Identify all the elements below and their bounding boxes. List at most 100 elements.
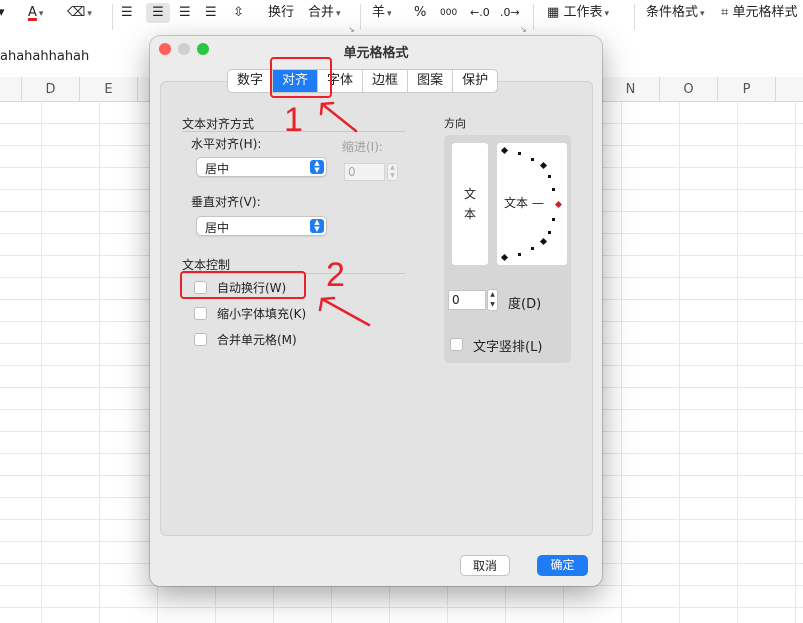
dial-marker <box>539 161 548 170</box>
toolbar-divider <box>112 4 113 30</box>
cell-style-button[interactable]: ⌗ 单元格样式 <box>721 3 797 23</box>
shrink-to-fit-label[interactable]: 缩小字体填充(K) <box>217 305 306 322</box>
vertical-stack-label[interactable]: 文字竖排(L) <box>473 336 542 355</box>
dial-marker <box>500 253 509 262</box>
chevron-down-icon: ▾ <box>87 9 92 19</box>
alignment-panel: 文本对齐方式 水平对齐(H): 居中 ▲ ▼ 缩进(I): 0 ▲ ▼ 垂直对齐(V… <box>160 81 593 536</box>
orientation-dial[interactable]: 文本 — <box>497 143 567 265</box>
vertical-align-value: 居中 <box>205 221 230 235</box>
select-arrows-icon: ▲ ▼ <box>310 219 324 233</box>
merge-button[interactable]: 合并 ▾ <box>308 3 341 23</box>
horizontal-align-select[interactable]: 居中 ▲ ▼ <box>196 157 327 177</box>
format-cells-dialog: 单元格格式 文本对齐方式 水平对齐(H): 居中 ▲ ▼ 缩进(I): 0 ▲ ▼ … <box>150 36 602 586</box>
merge-label: 合并 <box>308 5 335 20</box>
dial-text-preview: 文本 — <box>504 196 544 210</box>
degrees-label: 度(D) <box>508 297 542 312</box>
dial-tick <box>552 188 555 191</box>
chevron-down-icon: ▾ <box>700 9 705 19</box>
font-style-dropdown[interactable]: ▾ <box>0 3 5 23</box>
cell-style-label: 单元格样式 <box>732 5 798 20</box>
font-color-icon: A <box>28 5 37 20</box>
align-center-button[interactable]: ☰ <box>146 3 170 23</box>
ok-button[interactable]: 确定 <box>537 555 588 576</box>
text-alignment-title: 文本对齐方式 <box>182 117 255 131</box>
align-right-icon: ☰ <box>179 5 191 20</box>
vertical-align-label: 垂直对齐(V): <box>191 195 261 209</box>
tab-number[interactable]: 数字 <box>228 70 274 92</box>
dial-marker <box>500 146 509 155</box>
dial-tick <box>552 218 555 221</box>
distributed-align-button[interactable]: ⇳ <box>233 3 244 23</box>
align-center-icon: ☰ <box>152 5 164 20</box>
shrink-to-fit-checkbox[interactable] <box>194 307 207 320</box>
annotation-highlight-1 <box>270 57 332 98</box>
degrees-stepper[interactable]: ▲ ▼ <box>487 289 498 311</box>
tab-protection[interactable]: 保护 <box>453 70 497 92</box>
vertical-stack-checkbox[interactable] <box>450 338 463 351</box>
column-header-n[interactable]: N <box>602 77 660 102</box>
currency-button[interactable]: 羊 ▾ <box>372 3 392 23</box>
percent-button[interactable]: % <box>414 3 426 23</box>
font-color-button[interactable]: A ▾ <box>28 3 43 23</box>
table-icon: ▦ <box>547 5 560 20</box>
degrees-input[interactable]: 0 <box>448 290 486 310</box>
column-header-c[interactable] <box>0 77 22 102</box>
dial-pointer[interactable] <box>554 200 563 209</box>
dialog-title: 单元格格式 <box>343 46 409 61</box>
ribbon-toolbar: ▾ A ▾ ⌫ ▾ ☰ ☰ ☰ ☰ ⇳ 换行 合并 ▾ ↘ 羊 ▾ % 000 ←.0 … <box>0 0 803 37</box>
formula-bar-value: ahahahhahah <box>0 49 90 64</box>
vertical-text-char: 文 <box>463 187 476 201</box>
conditional-format-label: 条件格式 <box>646 5 699 20</box>
horizontal-align-label: 水平对齐(H): <box>191 137 262 151</box>
dial-tick <box>531 158 534 161</box>
dial-tick <box>518 152 521 155</box>
column-header-q[interactable] <box>776 77 803 102</box>
toolbar-divider <box>360 4 361 30</box>
align-left-icon: ☰ <box>121 5 133 20</box>
justify-button[interactable]: ☰ <box>205 3 217 23</box>
tab-border[interactable]: 边框 <box>363 70 409 92</box>
thousands-separator-button[interactable]: 000 <box>440 3 457 23</box>
worksheet-label: 工作表 <box>563 5 603 20</box>
cancel-button[interactable]: 取消 <box>460 555 510 576</box>
wrap-text-button[interactable]: 换行 <box>268 3 294 23</box>
chevron-down-icon: ▾ <box>38 9 44 19</box>
vertical-align-select[interactable]: 居中 ▲ ▼ <box>196 216 327 236</box>
column-header-d[interactable]: D <box>22 77 80 102</box>
eraser-icon: ⌫ <box>67 5 86 20</box>
orientation-title: 方向 <box>444 117 466 130</box>
horizontal-align-value: 居中 <box>205 162 230 176</box>
merge-cells-label[interactable]: 合并单元格(M) <box>217 331 297 348</box>
dial-tick <box>518 253 521 256</box>
column-header-o[interactable]: O <box>660 77 718 102</box>
chevron-down-icon: ▾ <box>604 9 609 19</box>
justify-icon: ☰ <box>205 5 217 20</box>
increase-decimal-icon[interactable]: ←.0 <box>470 3 490 23</box>
column-header-p[interactable]: P <box>718 77 776 102</box>
currency-icon: 羊 <box>372 5 386 20</box>
tab-pattern[interactable]: 图案 <box>408 70 454 92</box>
decrease-decimal-icon[interactable]: .0→ <box>500 3 520 23</box>
dial-tick <box>548 231 551 234</box>
indent-input[interactable]: 0 <box>344 163 385 181</box>
vertical-text-toggle[interactable]: 文 本 <box>452 143 488 265</box>
dialog-tab-bar: 数字 对齐 字体 边框 图案 保护 <box>227 69 499 93</box>
toolbar-divider <box>533 4 534 30</box>
conditional-format-button[interactable]: 条件格式 ▾ <box>646 3 705 23</box>
vertical-text-char: 本 <box>463 207 476 221</box>
number-dialog-launcher-icon[interactable]: ↘ <box>520 25 527 34</box>
align-left-button[interactable]: ☰ <box>121 3 133 23</box>
clear-format-button[interactable]: ⌫ ▾ <box>67 3 92 23</box>
select-arrows-icon: ▲ ▼ <box>310 160 324 174</box>
dialog-titlebar[interactable]: 单元格格式 <box>150 36 602 64</box>
alignment-dialog-launcher-icon[interactable]: ↘ <box>348 25 355 34</box>
orientation-box: 文 本 文本 — <box>444 135 571 363</box>
toolbar-divider <box>634 4 635 30</box>
merge-cells-checkbox[interactable] <box>194 333 207 346</box>
worksheet-button[interactable]: ▦ 工作表 ▾ <box>547 3 609 23</box>
align-right-button[interactable]: ☰ <box>179 3 191 23</box>
indent-stepper[interactable]: ▲ ▼ <box>387 163 398 181</box>
annotation-highlight-2 <box>180 271 306 299</box>
chevron-down-icon: ▾ <box>387 9 392 19</box>
column-header-e[interactable]: E <box>80 77 138 102</box>
